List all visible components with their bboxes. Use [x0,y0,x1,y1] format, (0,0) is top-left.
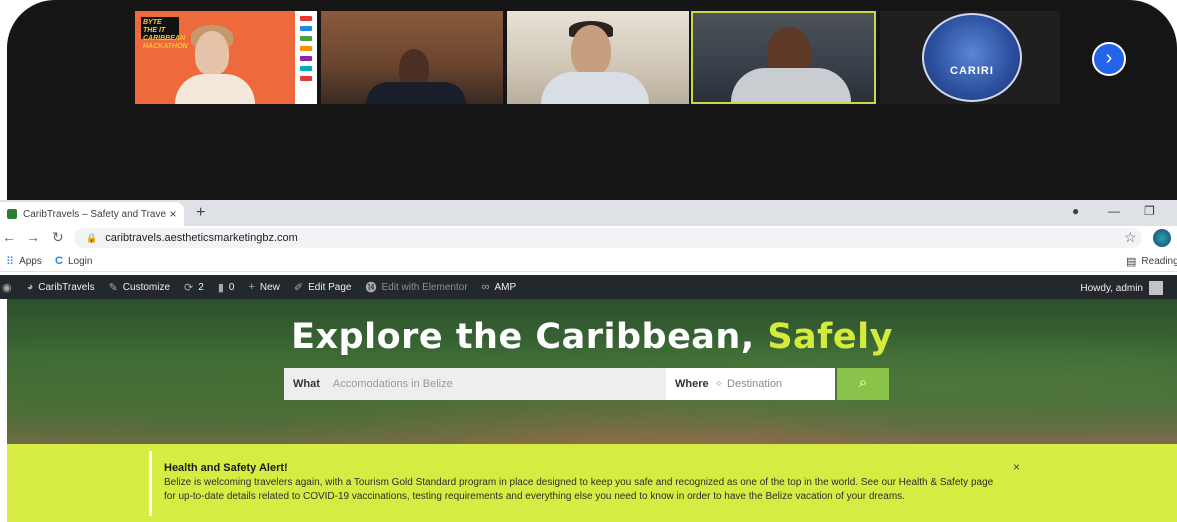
participant-tile-5[interactable]: CARIRI [880,11,1060,104]
chevron-right-icon: › [1105,47,1113,69]
tab-title: CaribTravels – Safety and Travel C [23,208,166,220]
cariri-logo: CARIRI [922,13,1022,102]
participant-tile-1[interactable]: BYTE THE IT CARIBBEAN HACKATHON [135,11,317,104]
reading-list-button[interactable]: ▤ Reading [1126,255,1177,268]
participant-body [366,82,466,104]
where-label: Where [675,378,709,390]
bookmark-apps[interactable]: ⠿ Apps [6,255,42,268]
updates-icon: ⟳ [184,281,194,294]
restore-icon[interactable]: ❐ [1144,204,1155,218]
search-button[interactable]: ⌕ [837,368,889,400]
admin-new-link[interactable]: + New [248,281,279,293]
participant-tile-3[interactable] [507,11,689,104]
participant-tile-2[interactable] [321,11,503,104]
next-participants-button[interactable]: › [1092,42,1126,76]
browser-tab-bar: CaribTravels – Safety and Travel C × + ●… [0,200,1177,226]
health-safety-alert: Health and Safety Alert! Belize is welco… [7,444,1177,522]
hero-title: Explore the Caribbean, Safely [7,317,1177,357]
address-bar[interactable]: 🔒 caribtravels.aestheticsmarketingbz.com [74,228,1142,248]
alert-close-icon[interactable]: × [1013,460,1020,474]
comment-icon: ▮ [217,281,224,294]
admin-updates-link[interactable]: ⟳ 2 [184,281,204,294]
wp-admin-bar: ◉ ◕ CaribTravels ✎ Customize ⟳ 2 ▮ 0 + New ✐ E… [0,275,1177,299]
alert-accent-bar [149,451,152,516]
participant-face [195,31,229,75]
reading-list-label: Reading [1141,256,1177,267]
alert-line: for up-to-date details related to COVID-… [164,491,905,502]
pencil-icon: ✐ [293,281,304,294]
hero-title-main: Explore the Caribbean, [291,317,755,357]
brush-icon: ✎ [108,281,118,294]
hero-section: Explore the Caribbean, Safely What Accom… [7,299,1177,444]
admin-site-link[interactable]: ◕ CaribTravels [27,281,95,293]
new-tab-button[interactable]: + [196,204,205,222]
participant-body [731,68,851,102]
listing-search-form: What Accomodations in Belize Where ✧ Des… [284,368,835,400]
hackathon-badge: BYTE THE IT CARIBBEAN HACKATHON [141,17,188,50]
browser-toolbar: ← → ↻ 🔒 caribtravels.aestheticsmarketing… [0,226,1177,250]
search-icon: ⌕ [858,374,868,391]
tab-search-icon[interactable]: ● [1072,204,1079,218]
participant-face [571,25,611,75]
link-icon: ∞ [481,281,490,293]
sponsor-logos [295,11,317,104]
forward-icon[interactable]: → [26,229,40,245]
tab-close-icon[interactable]: × [166,207,180,221]
alert-title: Health and Safety Alert! [164,462,288,474]
admin-amp-link[interactable]: ∞ AMP [482,281,517,293]
dashboard-icon: ◕ [26,281,34,293]
what-placeholder: Accomodations in Belize [332,378,453,390]
bookmark-login[interactable]: C Login [55,255,92,267]
apps-grid-icon: ⠿ [6,256,15,268]
admin-edit-page-link[interactable]: ✐ Edit Page [294,281,352,294]
participant-body [541,72,649,104]
admin-account[interactable]: Howdy, admin [1080,281,1163,295]
cariri-logo-text: CARIRI [950,65,994,77]
bookmarks-bar: ⠿ Apps C Login ▤ Reading [0,250,1177,272]
location-icon: ✧ [714,378,724,390]
extension-icon[interactable] [1153,229,1171,247]
participant-body [175,74,255,104]
where-placeholder: Destination [727,378,783,390]
reload-icon[interactable]: ↻ [52,229,64,246]
url-text: caribtravels.aestheticsmarketingbz.com [105,232,298,244]
avatar [1149,281,1163,295]
reading-list-icon: ▤ [1126,256,1137,268]
alert-message: Belize is welcoming travelers again, wit… [164,476,1024,504]
video-conference-strip: BYTE THE IT CARIBBEAN HACKATHON CARIRI › [7,0,1177,200]
bookmark-label: Apps [19,256,42,267]
alert-line: Belize is welcoming travelers again, wit… [164,477,994,488]
back-icon[interactable]: ← [2,229,16,245]
what-field[interactable]: What Accomodations in Belize [284,368,666,400]
participant-tile-active-speaker[interactable] [691,11,876,104]
wordpress-logo-icon[interactable]: ◉ [2,281,17,294]
minimize-icon[interactable]: — [1108,204,1120,218]
screen: BYTE THE IT CARIBBEAN HACKATHON CARIRI ›… [0,0,1177,522]
lock-icon: 🔒 [86,232,98,243]
howdy-text: Howdy, admin [1080,282,1143,294]
bookmark-star-icon[interactable]: ☆ [1124,229,1137,246]
plus-icon: + [248,281,255,293]
admin-customize-link[interactable]: ✎ Customize [109,281,170,294]
admin-elementor-link[interactable]: ⓮ Edit with Elementor [366,279,468,295]
elementor-icon: ⓮ [365,282,377,294]
favicon-icon [7,209,17,219]
hero-title-accent: Safely [767,317,893,357]
browser-tab-active[interactable]: CaribTravels – Safety and Travel C × [0,202,184,226]
login-site-icon: C [55,255,63,267]
what-label: What [293,378,320,390]
admin-comments-link[interactable]: ▮ 0 [218,281,235,294]
where-field[interactable]: Where ✧ Destination [666,378,835,390]
bookmark-label: Login [67,255,93,267]
